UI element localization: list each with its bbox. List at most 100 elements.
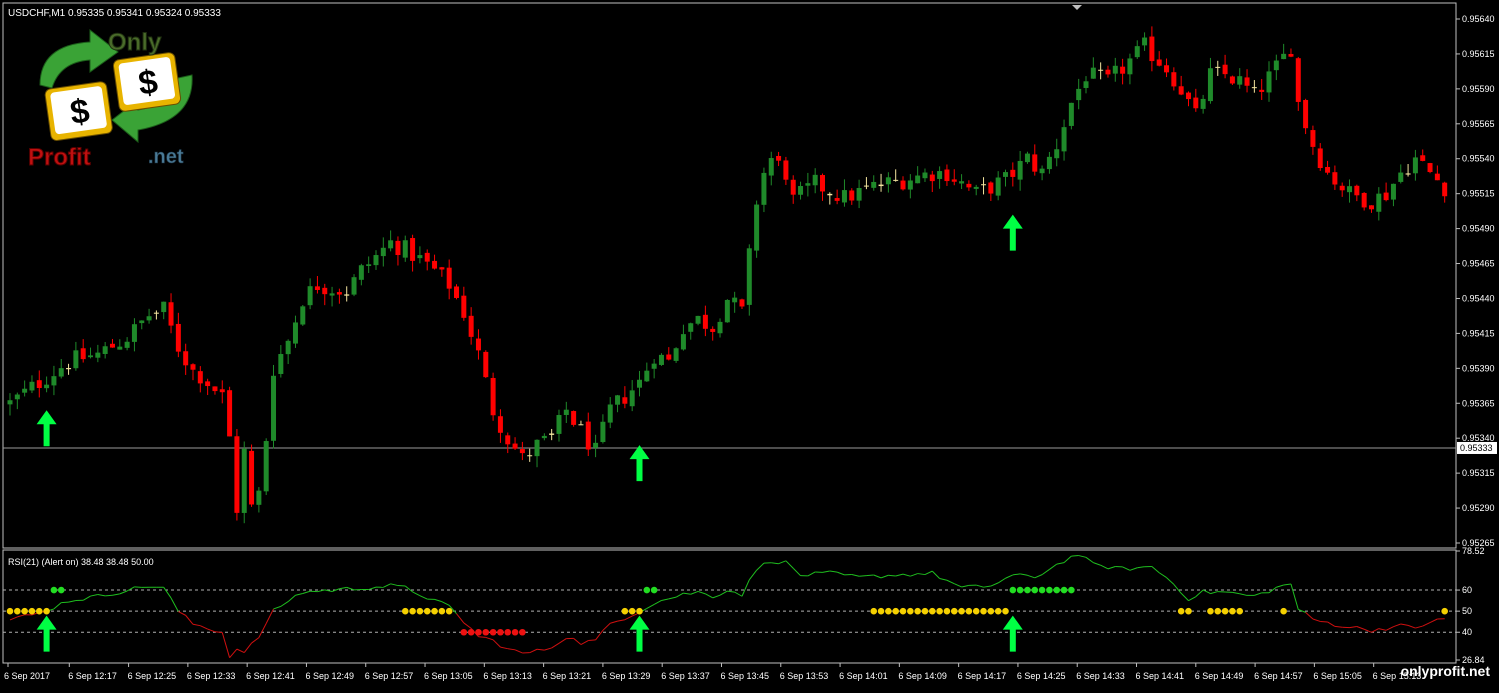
candle-body [981, 184, 986, 185]
rsi-signal-dot [1039, 587, 1046, 594]
candle-body [256, 491, 261, 505]
candle-body [974, 187, 979, 189]
candle-body [1259, 90, 1264, 92]
candle-body [190, 364, 195, 369]
candle-body [147, 316, 152, 320]
rsi-signal-dot [1046, 587, 1053, 594]
rsi-signal-dot [892, 608, 899, 615]
rsi-segment [859, 576, 866, 577]
candle-body [879, 185, 884, 186]
candle-body [73, 350, 78, 368]
candle-body [630, 390, 635, 406]
candle-body [1018, 161, 1023, 180]
rsi-signal-dot [424, 608, 431, 615]
time-tick-label: 6 Sep 13:21 [543, 671, 592, 681]
candle-body [1420, 155, 1425, 161]
candle-body [198, 371, 203, 383]
candle-body [1362, 193, 1367, 207]
candle-body [783, 160, 788, 179]
candle-body [1084, 81, 1089, 88]
rsi-signal-dot [475, 629, 482, 636]
rsi-segment [1320, 621, 1327, 622]
time-tick-label: 6 Sep 12:33 [187, 671, 236, 681]
time-tick-label: 6 Sep 13:05 [424, 671, 473, 681]
rsi-signal-dot [1229, 608, 1236, 615]
time-tick-label: 6 Sep 12:25 [128, 671, 177, 681]
candle-body [417, 255, 422, 258]
rsi-header: RSI(21) (Alert on) 38.48 38.48 50.00 [8, 557, 154, 567]
price-tick-label: 0.95365 [1462, 398, 1495, 408]
rsi-signal-dot [870, 608, 877, 615]
rsi-signal-dot [988, 608, 995, 615]
candle-body [1040, 169, 1045, 174]
candle-body [103, 346, 108, 354]
candle-body [286, 341, 291, 354]
time-tick-label: 6 Sep 13:45 [720, 671, 769, 681]
candle-body [652, 364, 657, 369]
candle-body [330, 293, 335, 295]
candle-body [820, 175, 825, 191]
candle-body [988, 183, 993, 194]
candle-body [212, 386, 217, 391]
candle-body [205, 381, 210, 386]
candle-body [564, 410, 569, 415]
candle-body [373, 255, 378, 265]
candle-body [315, 286, 320, 290]
candle-body [461, 296, 466, 318]
candle-body [527, 455, 532, 456]
candle-body [491, 378, 496, 415]
candle-body [51, 376, 56, 385]
rsi-signal-dot [922, 608, 929, 615]
rsi-signal-dot [21, 608, 28, 615]
price-tick-label: 0.95290 [1462, 503, 1495, 513]
logo-dollar-card-right-icon: $ [113, 52, 182, 112]
time-tick-label: 6 Sep 2017 [4, 671, 50, 681]
rsi-signal-dot [490, 629, 497, 636]
candle-body [1274, 61, 1279, 71]
candle-body [505, 435, 510, 444]
candle-body [1318, 148, 1323, 168]
candle-body [483, 352, 488, 377]
rsi-signal-dot [36, 608, 43, 615]
candle-body [469, 316, 474, 337]
rsi-signal-dot [468, 629, 475, 636]
candle-body [1310, 130, 1315, 147]
candle-body [996, 178, 1001, 196]
candle-body [922, 173, 927, 179]
rsi-signal-dot [461, 629, 468, 636]
time-tick-label: 6 Sep 12:49 [305, 671, 354, 681]
candle-body [556, 415, 561, 434]
candle-body [842, 190, 847, 202]
candle-body [278, 354, 283, 374]
rsi-tick-label: 40 [1462, 627, 1472, 637]
rsi-signal-dot [980, 608, 987, 615]
candle-body [1208, 68, 1213, 101]
candle-body [659, 355, 664, 365]
chart-svg[interactable]: 0.956400.956150.955900.955650.955400.955… [0, 0, 1499, 688]
candle-body [1435, 174, 1440, 181]
candle-body [1303, 100, 1308, 128]
rsi-signal-dot [14, 608, 21, 615]
candle-body [352, 277, 357, 294]
rsi-signal-dot [29, 608, 36, 615]
rsi-tick-label: 60 [1462, 585, 1472, 595]
time-tick-label: 6 Sep 14:57 [1254, 671, 1303, 681]
candle-body [827, 194, 832, 195]
rsi-signal-dot [51, 587, 58, 594]
price-tick-label: 0.95565 [1462, 119, 1495, 129]
chart-window[interactable]: 0.956400.956150.955900.955650.955400.955… [0, 0, 1499, 688]
rsi-signal-dot [936, 608, 943, 615]
candle-body [1406, 173, 1411, 174]
candle-body [432, 261, 437, 269]
candle-body [1149, 37, 1154, 61]
candle-body [117, 347, 122, 350]
candle-body [1142, 38, 1147, 46]
candle-body [227, 390, 232, 436]
candle-body [1267, 71, 1272, 92]
candle-body [930, 175, 935, 182]
candle-body [249, 451, 254, 505]
candle-body [1193, 98, 1198, 109]
time-tick-label: 6 Sep 14:33 [1076, 671, 1125, 681]
price-tick-label: 0.95515 [1462, 189, 1495, 199]
candle-body [439, 267, 444, 269]
